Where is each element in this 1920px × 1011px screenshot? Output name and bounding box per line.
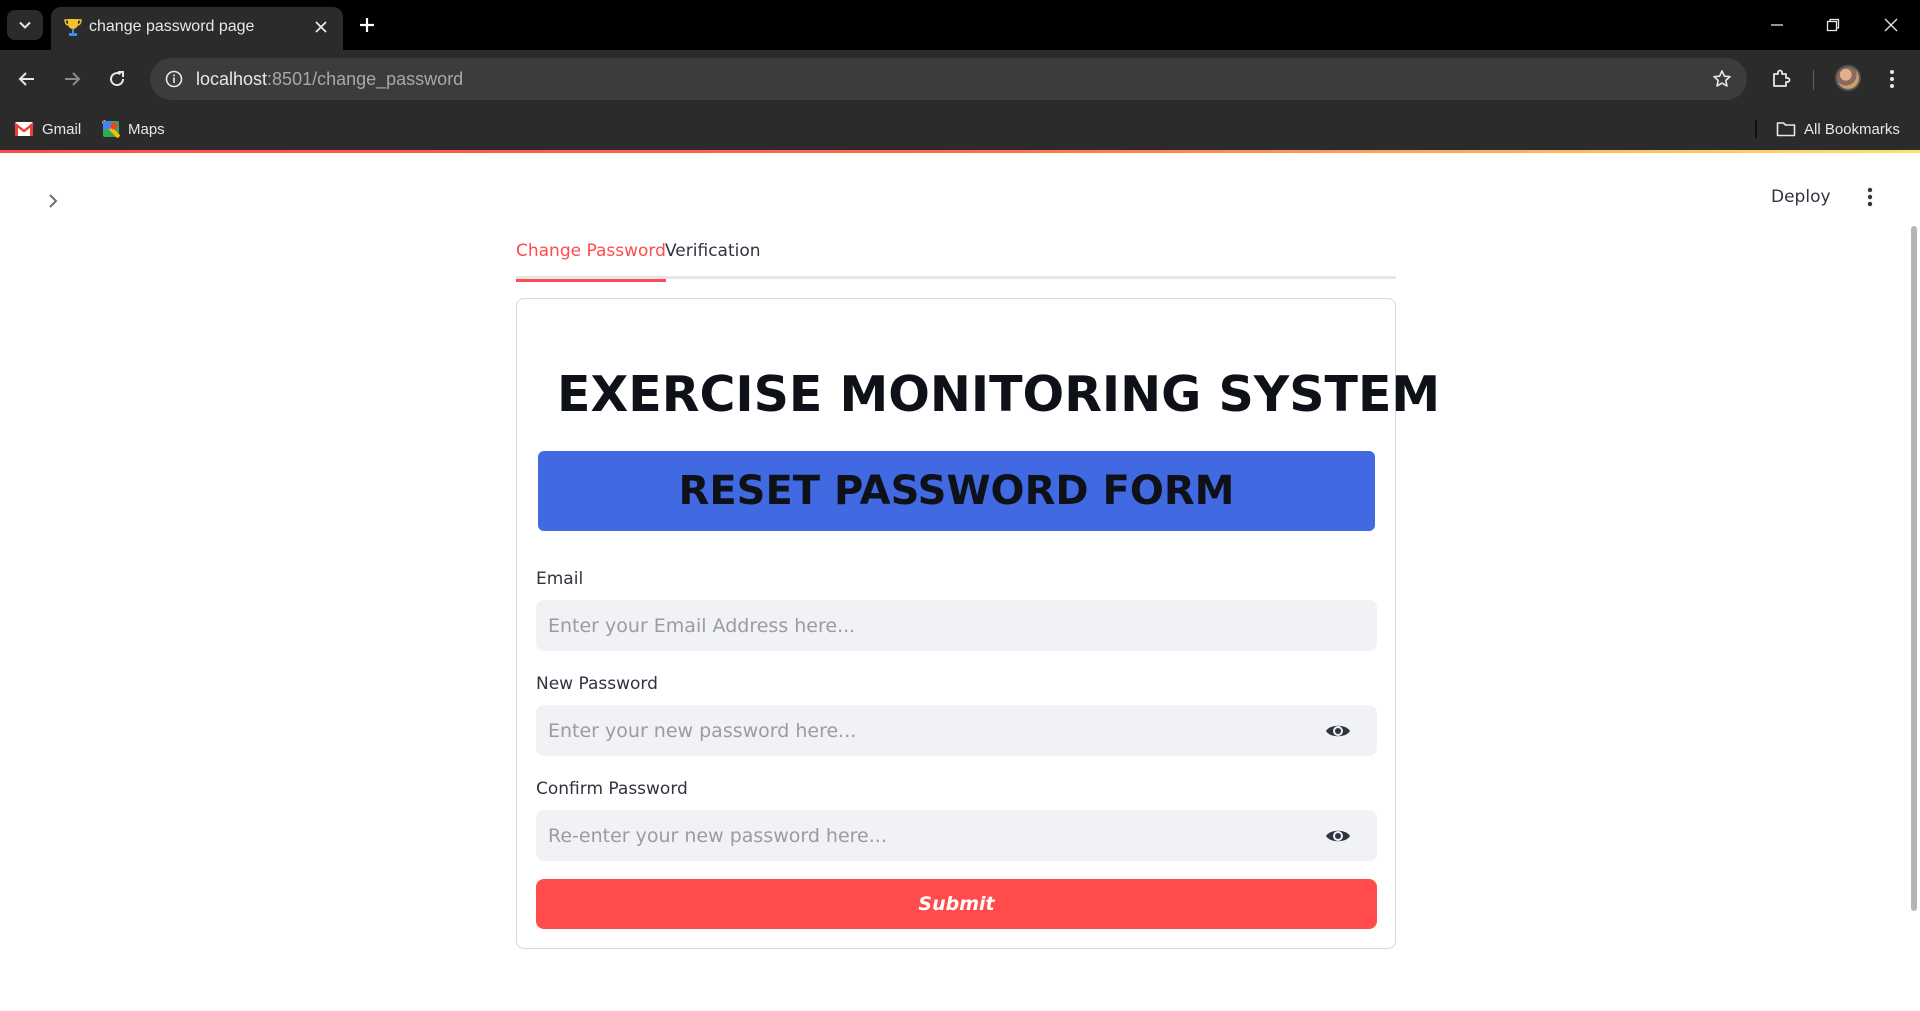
new-password-label: New Password	[536, 674, 658, 694]
bookmark-label: Maps	[128, 120, 165, 138]
app-header-decoration	[0, 150, 1920, 153]
tab-verification[interactable]: Verification	[665, 241, 761, 279]
email-input[interactable]	[536, 600, 1377, 651]
confirm-password-input[interactable]	[536, 810, 1377, 861]
page-scrollbar[interactable]	[1911, 226, 1917, 911]
browser-tab-strip: change password page	[0, 0, 1920, 50]
url-path: :8501/change_password	[267, 69, 464, 89]
bookmark-gmail[interactable]: Gmail	[14, 116, 81, 142]
sidebar-expand-icon[interactable]	[38, 186, 68, 216]
all-bookmarks-button[interactable]: All Bookmarks	[1776, 116, 1900, 142]
gmail-icon	[14, 122, 34, 136]
minimize-icon[interactable]	[1760, 8, 1794, 42]
page-title: EXERCISE MONITORING SYSTEM	[557, 366, 1441, 423]
url-host: localhost	[196, 69, 268, 89]
show-password-eye-icon[interactable]	[1325, 718, 1351, 744]
restore-icon[interactable]	[1816, 8, 1850, 42]
deploy-button[interactable]: Deploy	[1771, 182, 1831, 212]
tab-title: change password page	[89, 18, 255, 35]
browser-toolbar: localhost:8501/change_password	[0, 50, 1920, 108]
address-bar[interactable]: localhost:8501/change_password	[150, 58, 1747, 100]
bookmark-star-icon[interactable]	[1709, 66, 1735, 92]
profile-avatar[interactable]	[1835, 65, 1861, 91]
url-text: localhost:8501/change_password	[196, 69, 463, 89]
form-banner: RESET PASSWORD FORM	[538, 451, 1375, 531]
site-info-icon[interactable]	[160, 65, 188, 93]
chevron-down-icon	[19, 21, 31, 29]
reload-icon[interactable]	[100, 62, 134, 96]
bookmark-maps[interactable]: Maps	[102, 116, 165, 142]
all-bookmarks-label: All Bookmarks	[1804, 120, 1900, 138]
new-password-input[interactable]	[536, 705, 1377, 756]
app-menu-icon[interactable]	[1858, 182, 1882, 212]
trophy-favicon-icon	[63, 17, 83, 37]
reset-password-form: EXERCISE MONITORING SYSTEM RESET PASSWOR…	[516, 298, 1441, 949]
app-tabs: Change Password Verification	[516, 232, 1396, 282]
close-tab-icon[interactable]	[309, 15, 333, 39]
confirm-password-label: Confirm Password	[536, 779, 688, 799]
toolbar-divider	[1813, 70, 1814, 90]
maps-icon	[102, 120, 120, 138]
bookmarks-bar: Gmail Maps All Bookmarks	[0, 108, 1920, 150]
submit-button[interactable]: Submit	[536, 879, 1377, 929]
email-label: Email	[536, 569, 584, 589]
forward-arrow-icon[interactable]	[55, 62, 89, 96]
tab-search-button[interactable]	[7, 10, 43, 40]
tab-change-password[interactable]: Change Password	[516, 241, 666, 282]
new-tab-icon[interactable]	[354, 12, 380, 38]
email-field-container	[536, 600, 1377, 651]
bookmarks-divider	[1755, 120, 1757, 138]
back-arrow-icon[interactable]	[10, 62, 44, 96]
new-password-field-container	[536, 705, 1377, 756]
extensions-puzzle-icon[interactable]	[1764, 62, 1798, 96]
close-window-icon[interactable]	[1874, 8, 1908, 42]
browser-menu-icon[interactable]	[1875, 62, 1909, 96]
confirm-password-field-container	[536, 810, 1377, 861]
browser-tab-active[interactable]: change password page	[51, 7, 343, 50]
folder-icon	[1776, 122, 1796, 137]
bookmark-label: Gmail	[42, 120, 82, 138]
show-confirm-password-eye-icon[interactable]	[1325, 823, 1351, 849]
